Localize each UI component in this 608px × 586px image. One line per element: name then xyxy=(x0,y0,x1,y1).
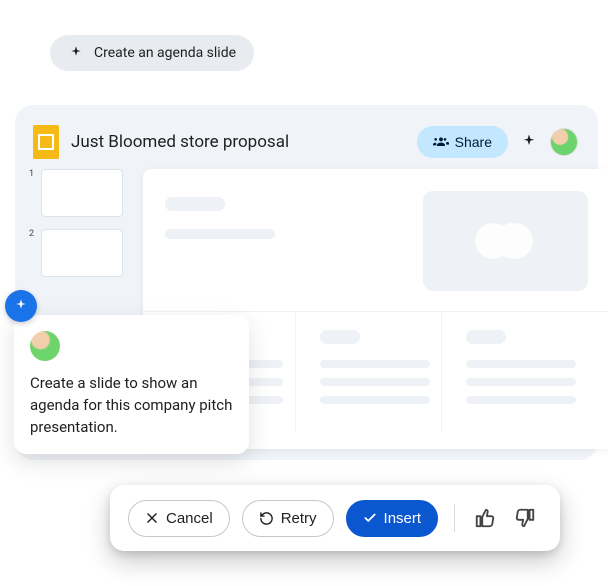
slides-logo-icon xyxy=(33,125,59,159)
canvas-hero xyxy=(165,191,588,291)
share-button[interactable]: Share xyxy=(417,126,508,158)
suggestion-label: Create an agenda slide xyxy=(94,45,236,61)
skeleton-line xyxy=(466,360,576,368)
share-label: Share xyxy=(455,134,492,150)
titlebar: Just Bloomed store proposal Share xyxy=(15,117,598,173)
canvas-card xyxy=(312,312,443,432)
slide-thumbnail[interactable] xyxy=(41,229,123,277)
cancel-label: Cancel xyxy=(166,510,213,527)
retry-icon xyxy=(259,511,274,526)
skeleton-line xyxy=(466,330,506,344)
insert-label: Insert xyxy=(384,510,422,527)
thumbs-down-button[interactable] xyxy=(511,504,539,532)
prompt-card: Create a slide to show an agenda for thi… xyxy=(14,315,249,454)
skeleton-line xyxy=(165,229,275,239)
skeleton-line xyxy=(320,378,430,386)
document-title[interactable]: Just Bloomed store proposal xyxy=(71,132,405,152)
thumbnail-number: 2 xyxy=(29,229,37,239)
slide-thumbnail[interactable] xyxy=(41,169,123,217)
skeleton-line xyxy=(466,378,576,386)
insert-button[interactable]: Insert xyxy=(346,500,439,537)
check-icon xyxy=(363,511,377,525)
thumbs-up-button[interactable] xyxy=(471,504,499,532)
canvas-image-placeholder xyxy=(423,191,588,291)
people-icon xyxy=(433,134,449,150)
suggestion-chip[interactable]: Create an agenda slide xyxy=(50,35,254,71)
canvas-card xyxy=(458,312,588,432)
thumbnail-number: 1 xyxy=(29,169,37,179)
ai-spark-button[interactable] xyxy=(520,133,538,151)
skeleton-line xyxy=(466,396,576,404)
thumbnail-row[interactable]: 2 xyxy=(29,229,124,277)
action-bar: Cancel Retry Insert xyxy=(110,485,560,551)
divider xyxy=(454,504,455,532)
thumbnail-row[interactable]: 1 xyxy=(29,169,124,217)
canvas-text-placeholder xyxy=(165,191,409,239)
skeleton-line xyxy=(320,396,430,404)
skeleton-line xyxy=(320,360,430,368)
retry-button[interactable]: Retry xyxy=(242,500,334,537)
close-icon xyxy=(145,511,159,525)
spark-icon xyxy=(68,45,84,61)
skeleton-line xyxy=(165,197,225,211)
cancel-button[interactable]: Cancel xyxy=(128,500,230,537)
account-avatar[interactable] xyxy=(550,128,578,156)
skeleton-line xyxy=(320,330,360,344)
retry-label: Retry xyxy=(281,510,317,527)
prompt-text: Create a slide to show an agenda for thi… xyxy=(30,373,233,438)
ai-badge[interactable] xyxy=(5,290,37,322)
user-avatar xyxy=(30,331,60,361)
slide-thumbnails: 1 2 xyxy=(29,169,124,289)
